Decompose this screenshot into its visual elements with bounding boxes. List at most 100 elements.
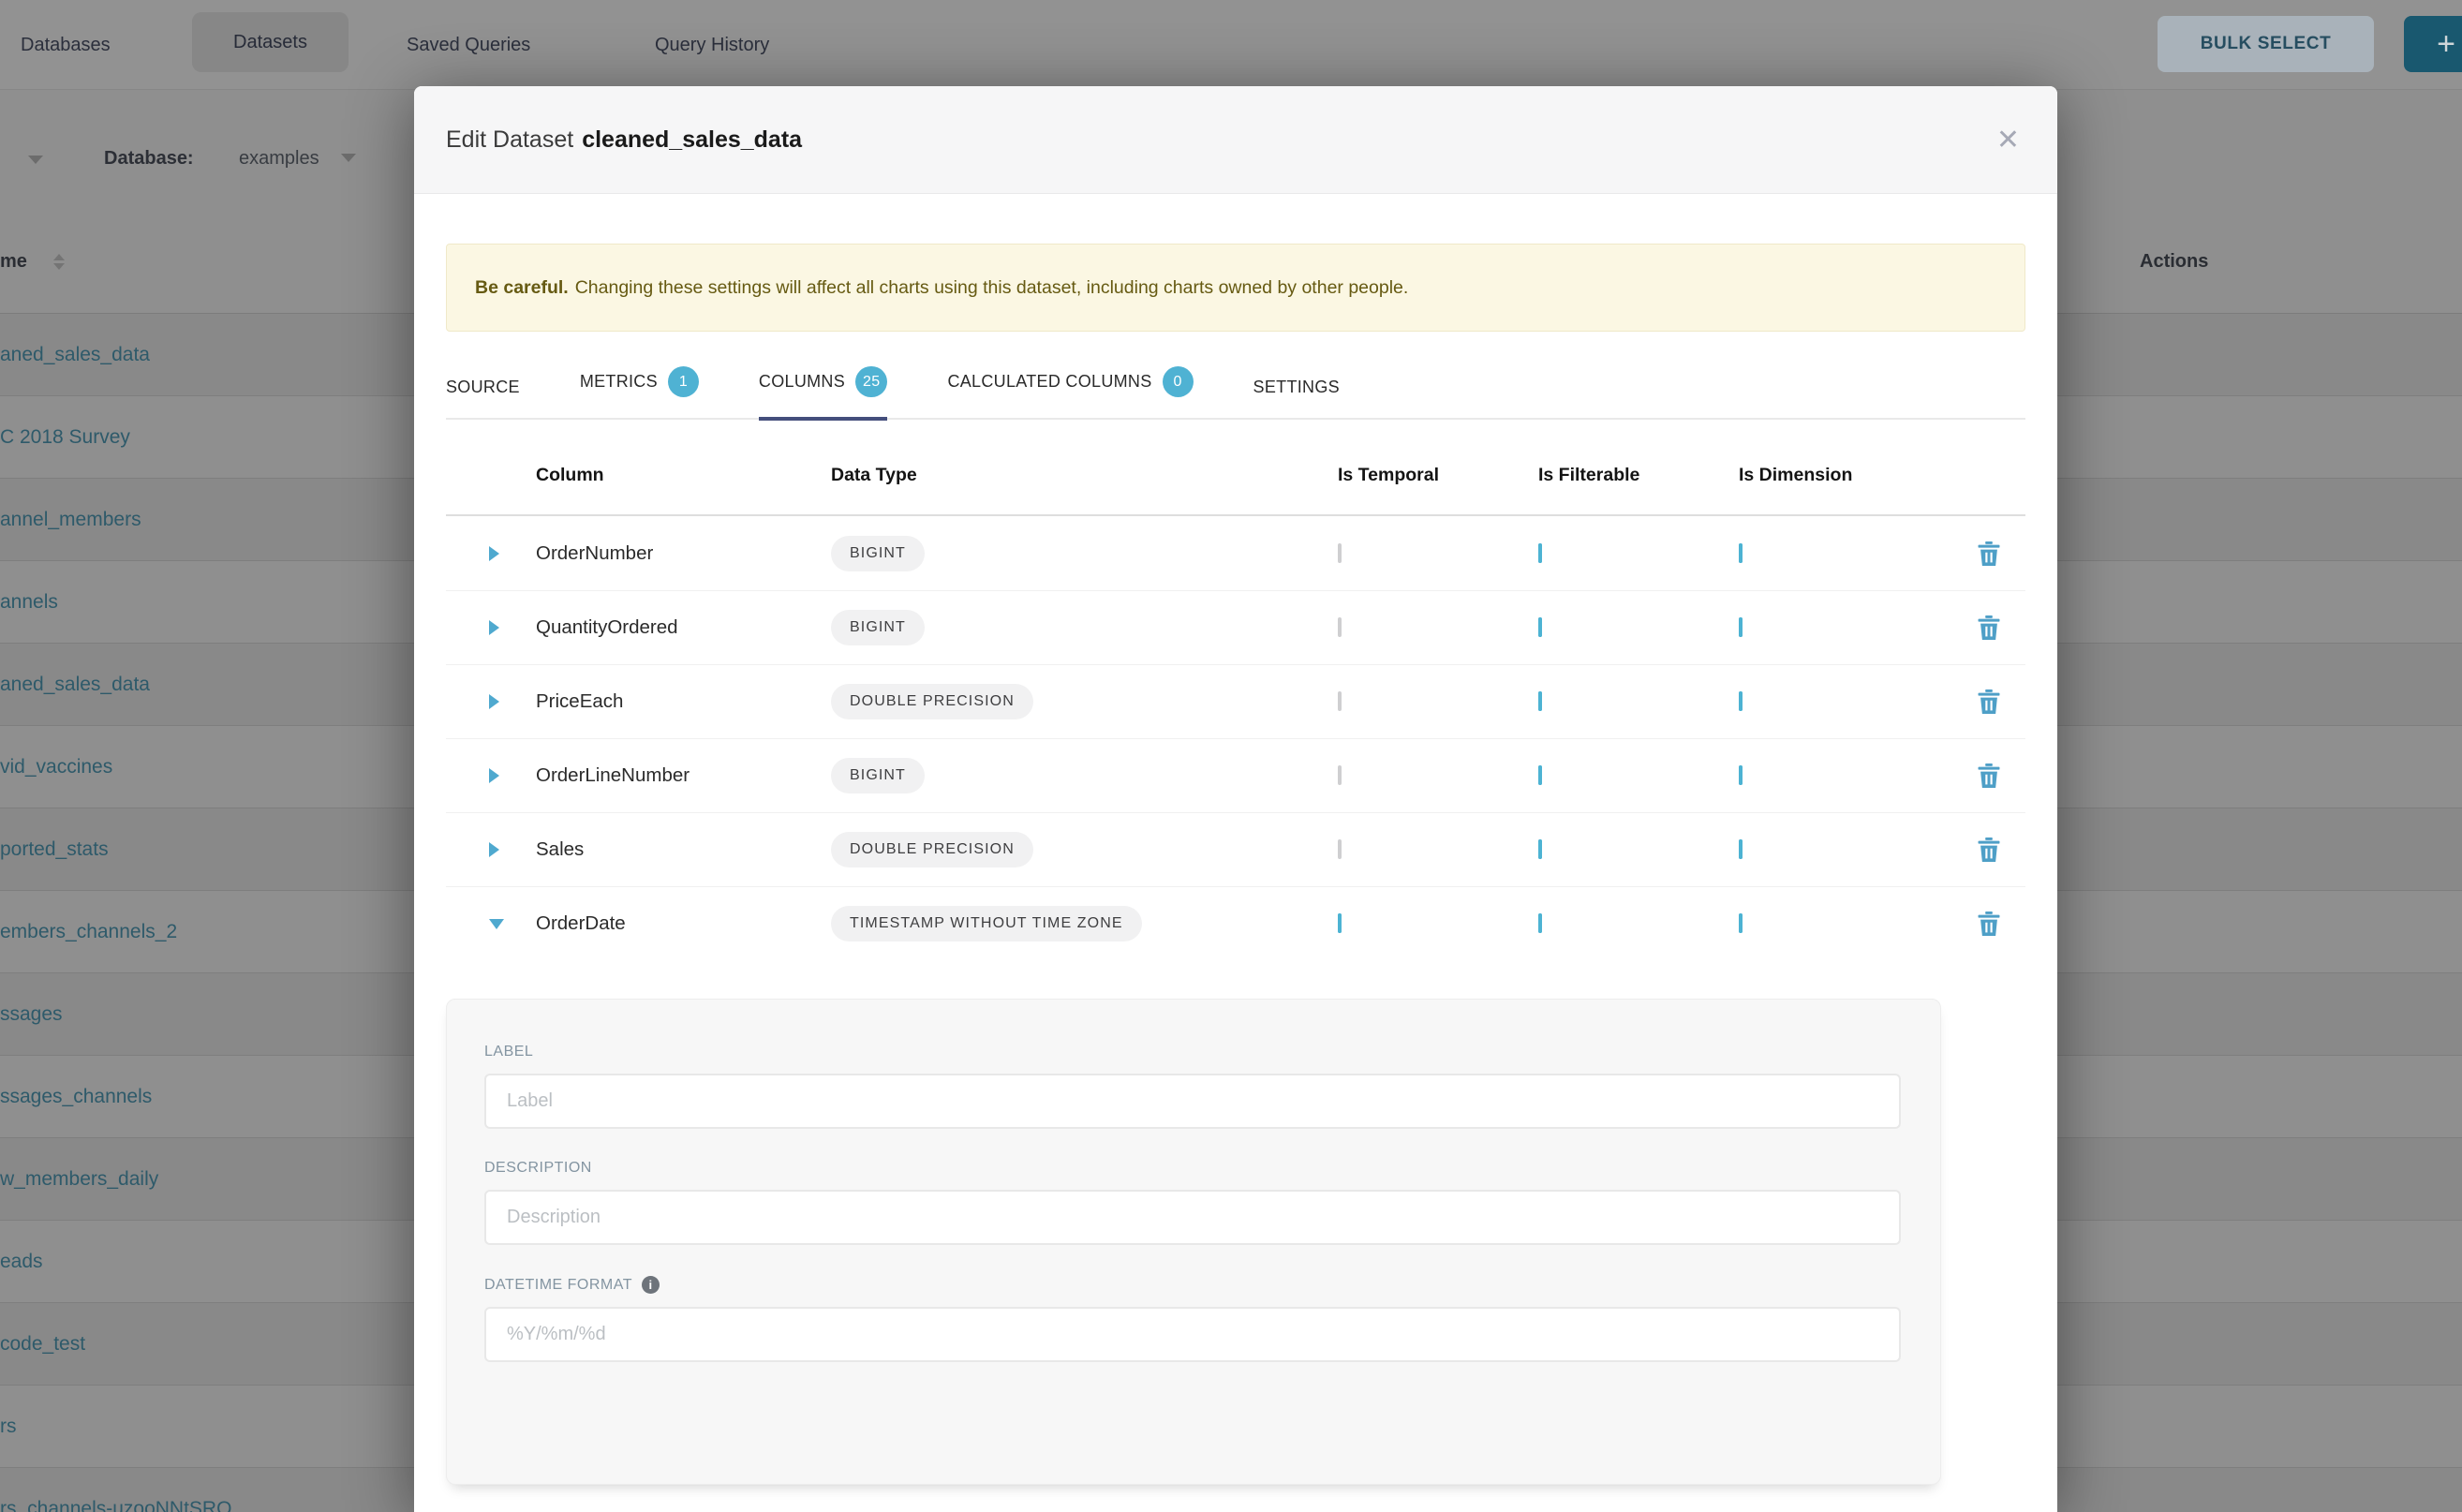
column-name: OrderLineNumber [536,764,831,787]
dataset-link[interactable]: aned_sales_data [0,674,150,696]
tab[interactable]: CALCULATED COLUMNS 0 [947,366,1193,418]
header-data-type: Data Type [831,465,1338,486]
delete-column-button[interactable] [1951,689,2025,715]
dataset-link[interactable]: w_members_daily [0,1168,158,1191]
modal-tabs: SOURCE METRICS 1 COLUMNS 25 CALCULATED C… [446,350,2025,420]
is-dimension-checkbox[interactable] [1739,617,1743,637]
is-dimension-checkbox[interactable] [1739,913,1743,933]
dataset-link[interactable]: ssages_channels [0,1086,152,1108]
column-header-actions: Actions [2140,251,2208,273]
edit-dataset-modal: Edit Dataset cleaned_sales_data ✕ Be care… [414,86,2057,1512]
delete-column-button[interactable] [1951,763,2025,789]
dataset-link[interactable]: annels [0,591,58,614]
column-name: OrderNumber [536,542,831,565]
sort-icon[interactable] [53,254,65,270]
label-input[interactable] [484,1074,1901,1129]
header-is-dimension: Is Dimension [1739,465,1951,486]
data-type-pill: DOUBLE PRECISION [831,832,1033,867]
modal-title-dataset-name: cleaned_sales_data [582,126,802,153]
column-name: PriceEach [536,690,831,713]
nav-item-datasets-active[interactable]: Datasets [192,12,349,72]
is-dimension-checkbox[interactable] [1739,765,1743,785]
truncated-filter-caret-icon[interactable] [28,156,43,164]
description-field-label: DESCRIPTION [484,1160,1903,1177]
top-navigation: Databases Datasets Saved Queries Query H… [0,0,2462,90]
modal-title-prefix: Edit Dataset [446,126,573,153]
is-temporal-checkbox[interactable] [1338,543,1342,563]
tab[interactable]: COLUMNS 25 [759,366,888,418]
is-filterable-checkbox[interactable] [1538,839,1542,859]
dataset-link[interactable]: C 2018 Survey [0,426,130,449]
is-temporal-checkbox[interactable] [1338,765,1342,785]
dataset-link[interactable]: embers_channels_2 [0,921,177,943]
header-is-filterable: Is Filterable [1538,465,1739,486]
dataset-link[interactable]: rs [0,1416,17,1438]
column-header-name-truncated[interactable]: me [0,251,27,273]
dataset-link[interactable]: ssages [0,1003,63,1026]
trash-icon [1977,615,2001,641]
is-filterable-checkbox[interactable] [1538,913,1542,933]
description-input[interactable] [484,1190,1901,1245]
is-temporal-checkbox[interactable] [1338,913,1342,933]
info-icon[interactable]: i [642,1276,660,1294]
dataset-link[interactable]: code_test [0,1333,85,1356]
datetime-format-input[interactable] [484,1307,1901,1362]
is-temporal-checkbox[interactable] [1338,617,1342,637]
dataset-link[interactable]: aned_sales_data [0,344,150,366]
is-filterable-checkbox[interactable] [1538,543,1542,563]
column-detail-panel: LABEL DESCRIPTION DATETIME FORMAT i [446,999,1941,1485]
is-dimension-checkbox[interactable] [1739,839,1743,859]
tab[interactable]: METRICS 1 [580,366,699,418]
database-filter-value[interactable]: examples [239,148,319,170]
is-temporal-checkbox[interactable] [1338,691,1342,711]
is-filterable-checkbox[interactable] [1538,617,1542,637]
trash-icon [1977,763,2001,789]
expand-caret-icon[interactable] [446,546,536,561]
expand-caret-icon[interactable] [446,919,536,929]
trash-icon [1977,689,2001,715]
delete-column-button[interactable] [1951,541,2025,567]
close-icon[interactable]: ✕ [1996,86,2020,194]
dataset-link[interactable]: ported_stats [0,838,109,861]
bulk-select-button[interactable]: BULK SELECT [2158,16,2374,72]
nav-item-databases[interactable]: Databases [21,0,111,90]
header-column: Column [536,465,831,486]
delete-column-button[interactable] [1951,615,2025,641]
dataset-link[interactable]: vid_vaccines [0,756,112,778]
dataset-link[interactable]: rs_channels-uzooNNtSRO [0,1498,231,1512]
label-field-label: LABEL [484,1044,1903,1060]
warning-bold-text: Be careful. [475,277,569,299]
trash-icon [1977,541,2001,567]
expand-caret-icon[interactable] [446,768,536,783]
column-name: OrderDate [536,912,831,935]
is-filterable-checkbox[interactable] [1538,765,1542,785]
column-row: OrderLineNumber BIGINT [446,738,2025,812]
is-temporal-checkbox[interactable] [1338,839,1342,859]
tab[interactable]: SETTINGS [1253,378,1340,418]
add-dataset-button[interactable]: + [2404,16,2462,72]
is-dimension-checkbox[interactable] [1739,543,1743,563]
is-dimension-checkbox[interactable] [1739,691,1743,711]
delete-column-button[interactable] [1951,911,2025,937]
header-is-temporal: Is Temporal [1338,465,1538,486]
columns-table-header: Column Data Type Is Temporal Is Filterab… [446,420,2025,516]
trash-icon [1977,837,2001,863]
tab-label: COLUMNS [759,372,845,392]
expand-caret-icon[interactable] [446,842,536,857]
label-field-label-text: LABEL [484,1044,533,1060]
expand-caret-icon[interactable] [446,620,536,635]
data-type-pill: BIGINT [831,610,925,645]
database-filter-caret-icon[interactable] [341,154,356,162]
is-filterable-checkbox[interactable] [1538,691,1542,711]
trash-icon [1977,911,2001,937]
tab[interactable]: SOURCE [446,378,520,418]
column-row: Sales DOUBLE PRECISION [446,812,2025,886]
nav-item-query-history[interactable]: Query History [655,0,769,90]
dataset-link[interactable]: annel_members [0,509,141,531]
expand-caret-icon[interactable] [446,694,536,709]
modal-header: Edit Dataset cleaned_sales_data ✕ [414,86,2057,194]
nav-item-saved-queries[interactable]: Saved Queries [407,0,530,90]
delete-column-button[interactable] [1951,837,2025,863]
dataset-link[interactable]: eads [0,1251,43,1273]
columns-table-body: OrderNumber BIGINT [446,516,2025,960]
